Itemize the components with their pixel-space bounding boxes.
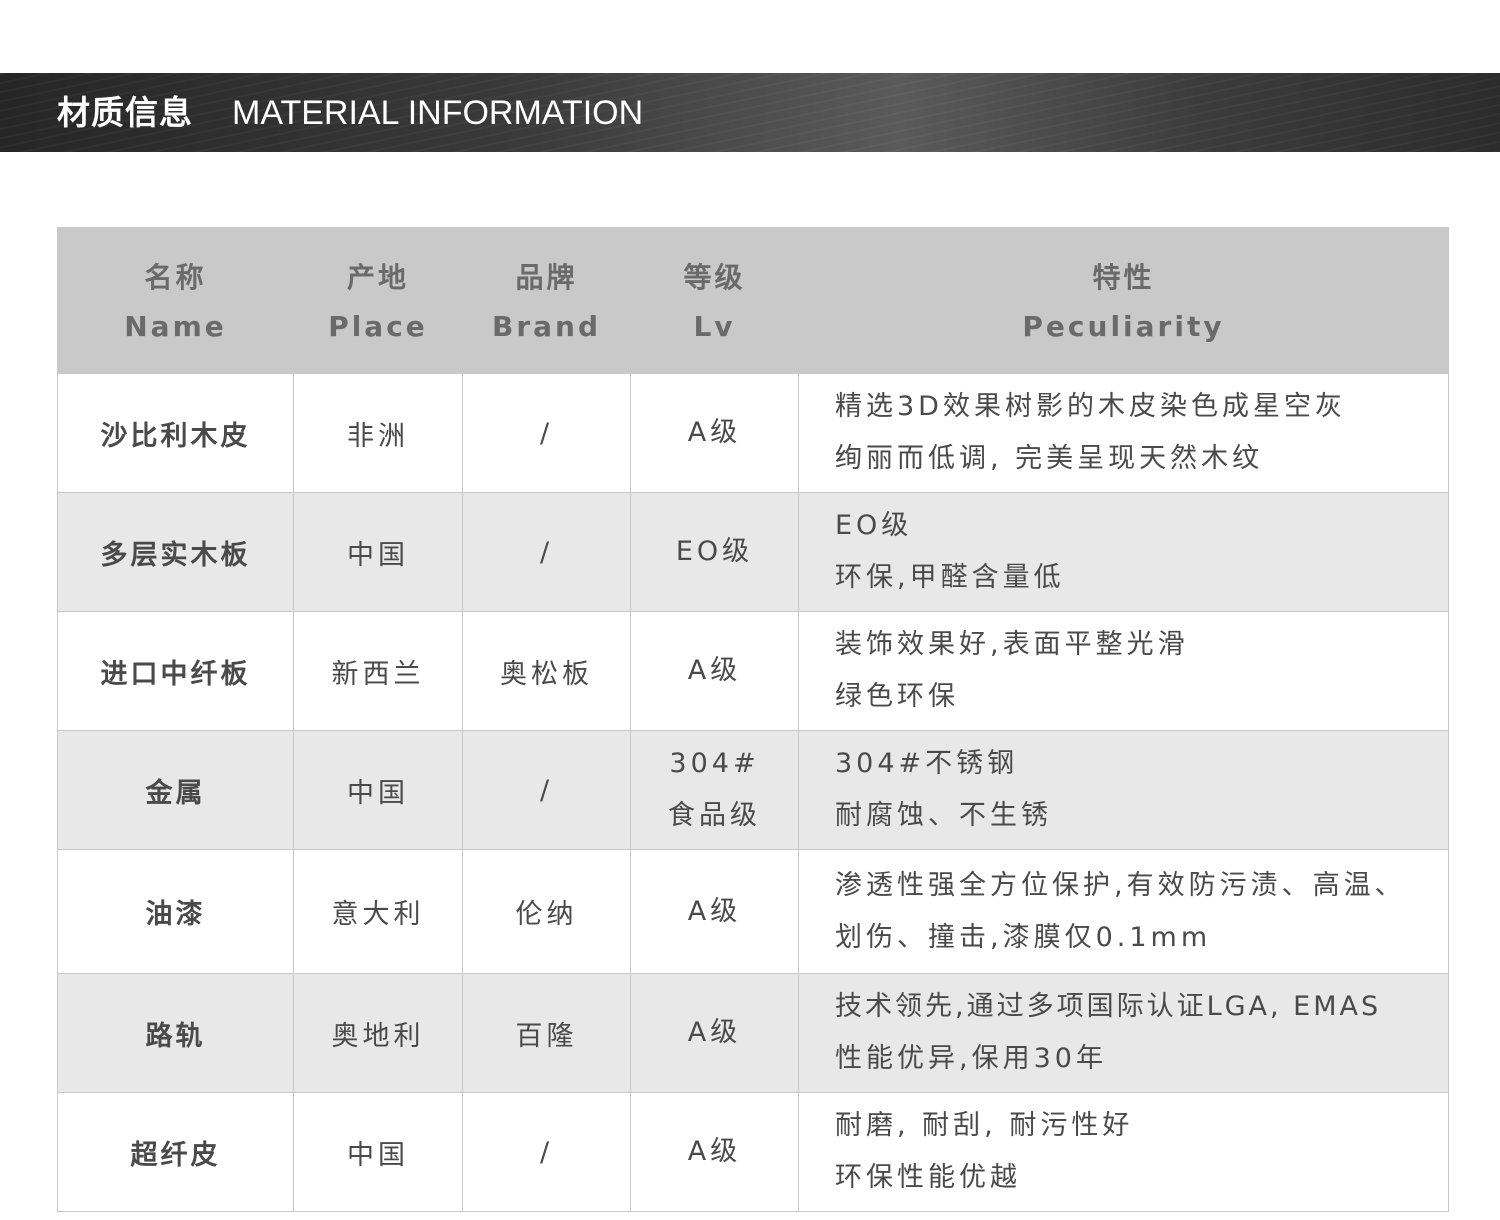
lv-line: A级: [687, 1017, 742, 1048]
cell-lv: A级: [630, 611, 799, 731]
cell-lv: EO级: [630, 492, 799, 612]
feature-line: 技术领先,通过多项国际认证LGA, EMAS: [835, 991, 1382, 1022]
feature-line: 绚丽而低调, 完美呈现天然木纹: [835, 443, 1264, 474]
column-header-en: Place: [328, 309, 428, 343]
column-header-name: 名称 Name: [57, 227, 294, 374]
cell-brand: /: [462, 1092, 631, 1212]
cell-brand: 伦纳: [462, 849, 631, 974]
column-header-cn: 名称: [144, 260, 207, 294]
table-row: 超纤皮 中国 / A级 耐磨, 耐刮, 耐污性好 环保性能优越: [57, 1092, 1449, 1212]
cell-name: 路轨: [57, 973, 294, 1093]
table-row: 进口中纤板 新西兰 奥松板 A级 装饰效果好,表面平整光滑 绿色环保: [57, 611, 1449, 731]
column-header-cn: 品牌: [515, 260, 578, 294]
material-info-table: 名称 Name 产地 Place 品牌 Brand 等级 Lv 特性 Pecul…: [57, 227, 1449, 1212]
column-header-brand: 品牌 Brand: [462, 227, 631, 374]
feature-line: 耐腐蚀、不生锈: [835, 800, 1052, 831]
cell-features: 耐磨, 耐刮, 耐污性好 环保性能优越: [798, 1092, 1449, 1212]
column-header-en: Brand: [491, 309, 602, 343]
cell-brand: /: [462, 492, 631, 612]
column-header-place: 产地 Place: [293, 227, 463, 374]
lv-line: A级: [687, 655, 742, 686]
cell-place: 非洲: [293, 373, 463, 493]
cell-name: 金属: [57, 730, 294, 850]
cell-place: 意大利: [293, 849, 463, 974]
feature-line: 环保,甲醛含量低: [835, 562, 1065, 593]
feature-line: EO级: [835, 510, 913, 541]
cell-brand: 奥松板: [462, 611, 631, 731]
cell-lv: A级: [630, 973, 799, 1093]
cell-features: 技术领先,通过多项国际认证LGA, EMAS 性能优异,保用30年: [798, 973, 1449, 1093]
feature-line: 装饰效果好,表面平整光滑: [835, 629, 1189, 660]
section-title-cn: 材质信息: [57, 93, 193, 132]
feature-line: 性能优异,保用30年: [835, 1043, 1107, 1074]
column-header-en: Lv: [693, 309, 736, 343]
cell-features: EO级 环保,甲醛含量低: [798, 492, 1449, 612]
cell-features: 精选3D效果树影的木皮染色成星空灰 绚丽而低调, 完美呈现天然木纹: [798, 373, 1449, 493]
cell-lv: A级: [630, 373, 799, 493]
table-header-row: 名称 Name 产地 Place 品牌 Brand 等级 Lv 特性 Pecul…: [57, 227, 1449, 374]
cell-name: 多层实木板: [57, 492, 294, 612]
feature-line: 环保性能优越: [835, 1162, 1021, 1193]
lv-line: A级: [687, 417, 742, 448]
column-header-cn: 等级: [683, 260, 746, 294]
feature-line: 精选3D效果树影的木皮染色成星空灰: [835, 391, 1346, 422]
lv-line: A级: [687, 1136, 742, 1167]
cell-name: 进口中纤板: [57, 611, 294, 731]
column-header-lv: 等级 Lv: [630, 227, 799, 374]
cell-place: 奥地利: [293, 973, 463, 1093]
cell-brand: 百隆: [462, 973, 631, 1093]
cell-place: 中国: [293, 730, 463, 850]
lv-line: EO级: [675, 536, 754, 567]
feature-line: 绿色环保: [835, 681, 959, 712]
feature-line: 耐磨, 耐刮, 耐污性好: [835, 1110, 1134, 1141]
table-row: 沙比利木皮 非洲 / A级 精选3D效果树影的木皮染色成星空灰 绚丽而低调, 完…: [57, 373, 1449, 493]
cell-name: 超纤皮: [57, 1092, 294, 1212]
section-title-en: MATERIAL INFORMATION: [232, 94, 644, 132]
feature-line: 304#不锈钢: [835, 748, 1019, 779]
cell-place: 中国: [293, 492, 463, 612]
cell-brand: /: [462, 373, 631, 493]
cell-features: 渗透性强全方位保护,有效防污渍、高温、 划伤、撞击,漆膜仅0.1mm: [798, 849, 1449, 974]
cell-features: 装饰效果好,表面平整光滑 绿色环保: [798, 611, 1449, 731]
table-row: 油漆 意大利 伦纳 A级 渗透性强全方位保护,有效防污渍、高温、 划伤、撞击,漆…: [57, 849, 1449, 974]
column-header-cn: 特性: [1092, 260, 1155, 294]
cell-place: 新西兰: [293, 611, 463, 731]
cell-lv: A级: [630, 1092, 799, 1212]
cell-features: 304#不锈钢 耐腐蚀、不生锈: [798, 730, 1449, 850]
cell-place: 中国: [293, 1092, 463, 1212]
cell-lv: A级: [630, 849, 799, 974]
feature-line: 渗透性强全方位保护,有效防污渍、高温、: [835, 869, 1406, 901]
section-header-banner: 材质信息 MATERIAL INFORMATION: [0, 73, 1500, 152]
feature-line: 划伤、撞击,漆膜仅0.1mm: [835, 921, 1212, 953]
lv-line: A级: [687, 895, 742, 927]
cell-name: 沙比利木皮: [57, 373, 294, 493]
table-row: 金属 中国 / 304# 食品级 304#不锈钢 耐腐蚀、不生锈: [57, 730, 1449, 850]
table-row: 多层实木板 中国 / EO级 EO级 环保,甲醛含量低: [57, 492, 1449, 612]
column-header-cn: 产地: [346, 260, 409, 294]
cell-lv: 304# 食品级: [630, 730, 799, 850]
table-row: 路轨 奥地利 百隆 A级 技术领先,通过多项国际认证LGA, EMAS 性能优异…: [57, 973, 1449, 1093]
cell-name: 油漆: [57, 849, 294, 974]
column-header-peculiarity: 特性 Peculiarity: [798, 227, 1449, 374]
column-header-en: Name: [124, 309, 227, 343]
cell-brand: /: [462, 730, 631, 850]
column-header-en: Peculiarity: [1022, 309, 1225, 343]
lv-line: 304#: [669, 748, 760, 779]
lv-line: 食品级: [668, 800, 761, 831]
